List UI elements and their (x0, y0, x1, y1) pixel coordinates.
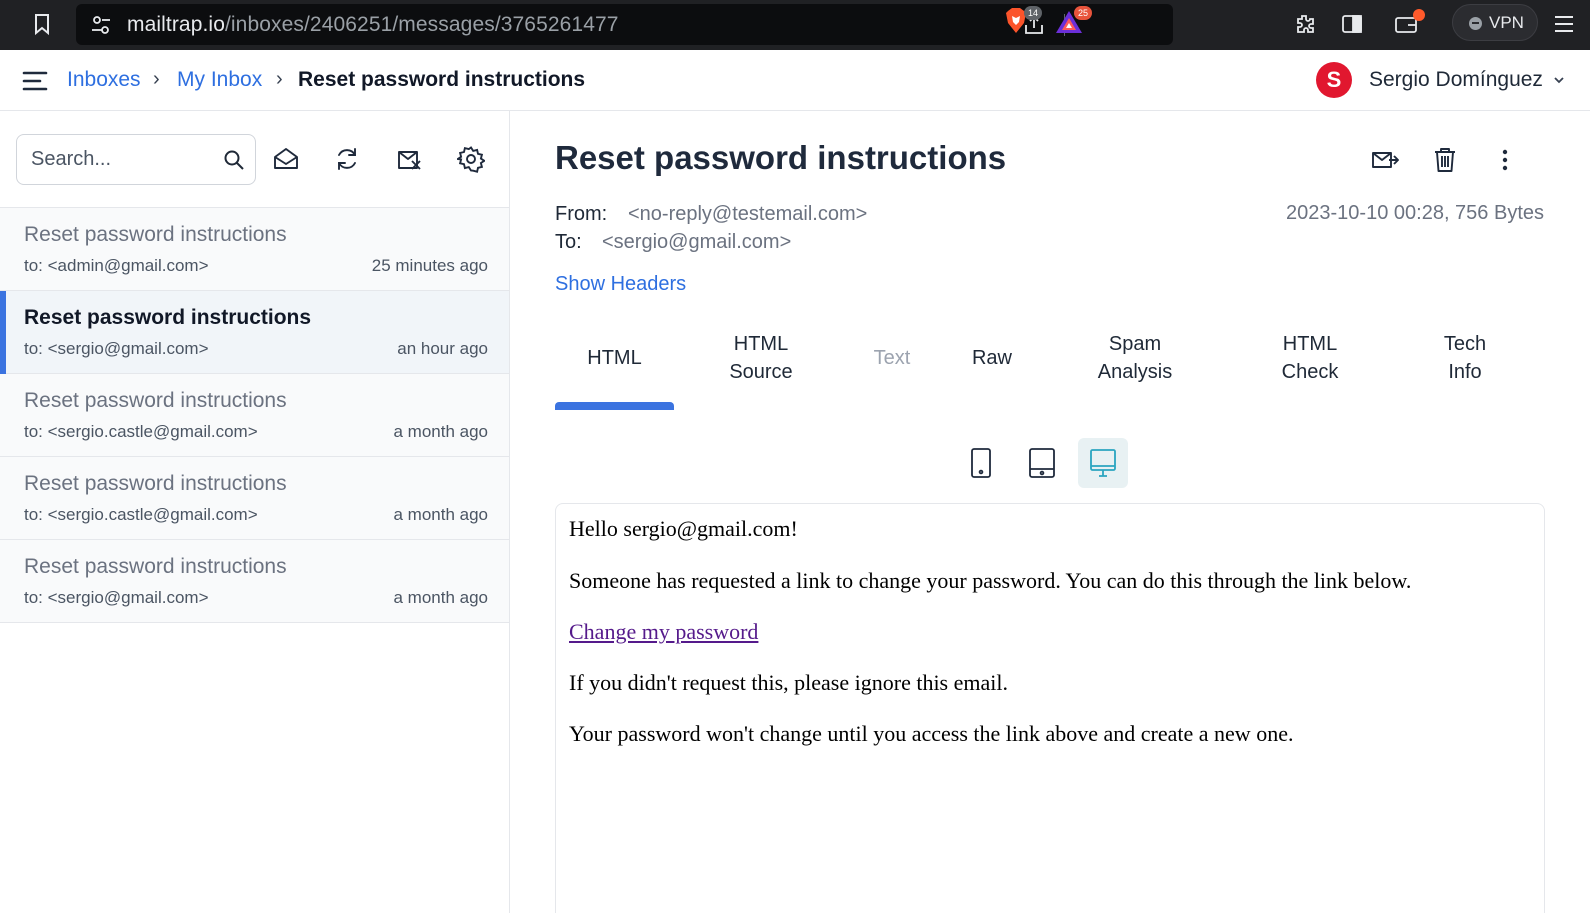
email-paragraph: Your password won't change until you acc… (569, 721, 1294, 746)
breadcrumb-separator: › (276, 68, 283, 90)
url-host: mailtrap.io (127, 13, 225, 36)
message-list-item[interactable]: Reset password instructions to: <sergio.… (0, 374, 509, 457)
tab-label: HTML (1282, 333, 1338, 355)
search-box[interactable] (16, 134, 256, 185)
vpn-button[interactable]: VPN (1452, 4, 1538, 41)
chevron-down-icon[interactable] (1552, 74, 1566, 86)
message-list-item[interactable]: Reset password instructions to: <sergio.… (0, 457, 509, 540)
message-subject: Reset password instructions (24, 306, 312, 329)
app-header: Inboxes › My Inbox › Reset password inst… (0, 50, 1590, 111)
message-list-panel: Reset password instructions to: <admin@g… (0, 111, 510, 913)
tab-label: Analysis (1097, 361, 1173, 383)
from-label: From: (555, 203, 608, 225)
breadcrumb-inboxes[interactable]: Inboxes (67, 68, 141, 92)
to-address: <sergio@gmail.com> (602, 231, 792, 253)
message-subject: Reset password instructions (24, 555, 287, 578)
tab-label: HTML (733, 333, 789, 355)
vpn-label: VPN (1489, 13, 1524, 32)
search-icon[interactable] (223, 149, 245, 171)
tab-spam-analysis[interactable]: Spam Analysis (1083, 330, 1187, 386)
browser-menu-icon[interactable] (1553, 13, 1575, 35)
tab-label: Raw (971, 347, 1012, 369)
extensions-icon[interactable] (1293, 12, 1317, 36)
message-time: a month ago (393, 505, 488, 524)
active-tab-indicator (555, 402, 674, 410)
show-headers-link[interactable]: Show Headers (555, 273, 686, 296)
message-recipient: to: <admin@gmail.com> (24, 256, 209, 275)
url-text[interactable]: mailtrap.io/inboxes/2406251/messages/376… (127, 13, 619, 37)
message-list-item-selected[interactable]: Reset password instructions to: <sergio@… (0, 291, 509, 374)
desktop-view-button[interactable] (1078, 438, 1128, 488)
tab-tech-info[interactable]: Tech Info (1430, 330, 1500, 386)
wallet-notification-dot (1413, 9, 1425, 21)
message-time: an hour ago (397, 339, 488, 358)
tab-label: Text (873, 347, 911, 369)
email-paragraph: Someone has requested a link to change y… (569, 568, 1412, 593)
delete-trash-icon[interactable] (1430, 145, 1460, 175)
change-password-link[interactable]: Change my password (569, 619, 758, 644)
hamburger-menu-icon[interactable] (22, 70, 48, 92)
forward-email-icon[interactable] (1370, 145, 1400, 175)
message-time: 25 minutes ago (371, 256, 488, 275)
message-title: Reset password instructions (555, 139, 1007, 176)
tab-label: Source (729, 361, 793, 383)
email-paragraph: If you didn't request this, please ignor… (569, 670, 1008, 695)
tab-label: Check (1281, 361, 1339, 383)
message-recipient: to: <sergio.castle@gmail.com> (24, 422, 258, 441)
email-html-preview: Hello sergio@gmail.com! Someone has requ… (555, 503, 1545, 913)
to-label: To: (555, 231, 582, 253)
tab-html-source[interactable]: HTML Source (706, 330, 816, 386)
url-path: /inboxes/2406251/messages/3765261477 (224, 13, 619, 36)
tab-label: HTML (587, 347, 642, 369)
tab-label: Info (1448, 361, 1482, 383)
search-input[interactable] (31, 148, 211, 171)
user-name[interactable]: Sergio Domínguez (1369, 68, 1543, 92)
message-time: a month ago (393, 422, 488, 441)
mark-read-icon[interactable] (272, 145, 300, 173)
breadcrumb-current: Reset password instructions (298, 68, 586, 91)
message-list-item[interactable]: Reset password instructions to: <admin@g… (0, 208, 509, 291)
tab-raw[interactable]: Raw (958, 344, 1026, 372)
message-list-item[interactable]: Reset password instructions to: <sergio@… (0, 540, 509, 623)
message-subject: Reset password instructions (24, 223, 287, 246)
clear-inbox-icon[interactable] (395, 145, 423, 173)
sidebar-toggle-icon[interactable] (1340, 12, 1364, 36)
message-recipient: to: <sergio@gmail.com> (24, 339, 209, 358)
message-subject: Reset password instructions (24, 472, 287, 495)
message-subject: Reset password instructions (24, 389, 287, 412)
message-list: Reset password instructions to: <admin@g… (0, 208, 509, 623)
message-detail-pane: Reset password instructions From: <no-re… (510, 111, 1590, 913)
email-greeting: Hello sergio@gmail.com! (569, 516, 798, 541)
refresh-icon[interactable] (333, 145, 361, 173)
from-address: <no-reply@testemail.com> (628, 203, 868, 225)
tablet-icon (1029, 448, 1055, 478)
mobile-view-button[interactable] (956, 438, 1006, 488)
tab-text[interactable]: Text (858, 344, 926, 372)
tablet-view-button[interactable] (1017, 438, 1067, 488)
site-settings-icon[interactable] (90, 14, 112, 36)
message-recipient: to: <sergio.castle@gmail.com> (24, 505, 258, 524)
browser-toolbar: mailtrap.io/inboxes/2406251/messages/376… (0, 0, 1590, 50)
settings-gear-icon[interactable] (457, 145, 485, 173)
vpn-status-icon (1469, 17, 1482, 30)
breadcrumb-separator: › (153, 68, 160, 90)
tab-label: Spam (1108, 333, 1162, 355)
more-options-icon[interactable] (1490, 145, 1520, 175)
tab-label: Tech (1443, 333, 1487, 355)
message-date-size: 2023-10-10 00:28, 756 Bytes (1286, 202, 1544, 224)
tab-html-check[interactable]: HTML Check (1268, 330, 1352, 386)
message-time: a month ago (393, 588, 488, 607)
tab-html[interactable]: HTML (555, 344, 674, 372)
mobile-phone-icon (971, 448, 991, 478)
breadcrumb-my-inbox[interactable]: My Inbox (177, 68, 262, 92)
user-avatar[interactable]: S (1316, 62, 1352, 98)
bookmark-icon[interactable] (30, 12, 54, 36)
inbox-toolbar (0, 111, 509, 208)
shields-count-badge: 14 (1024, 6, 1042, 20)
rewards-count-badge: 25 (1074, 6, 1092, 20)
desktop-monitor-icon (1090, 449, 1116, 477)
message-recipient: to: <sergio@gmail.com> (24, 588, 209, 607)
